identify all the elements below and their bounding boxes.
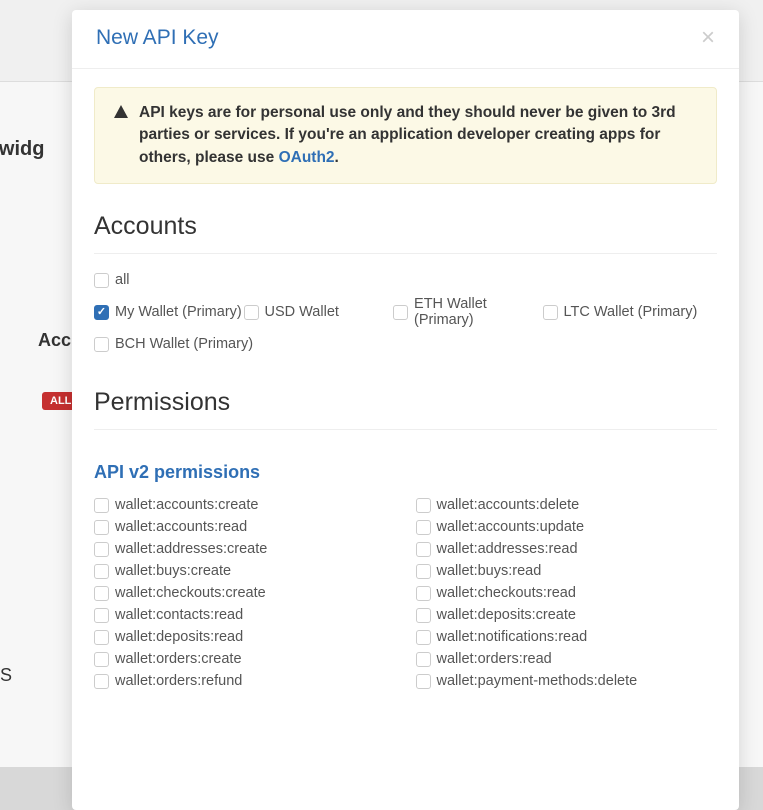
perm-item: wallet:notifications:read — [416, 629, 718, 645]
perm-checkbox[interactable] — [416, 652, 431, 667]
perm-label[interactable]: wallet:checkouts:create — [115, 585, 266, 601]
perm-checkbox[interactable] — [416, 564, 431, 579]
perm-item: wallet:accounts:read — [94, 519, 396, 535]
permissions-heading: Permissions — [94, 388, 717, 417]
perm-checkbox[interactable] — [94, 564, 109, 579]
perm-checkbox[interactable] — [94, 652, 109, 667]
perm-checkbox[interactable] — [416, 674, 431, 689]
bg-s-text: S — [0, 665, 12, 686]
perm-checkbox[interactable] — [416, 630, 431, 645]
checkbox-bch-wallet[interactable] — [94, 337, 109, 352]
account-item: USD Wallet — [244, 296, 394, 328]
checkbox-all[interactable] — [94, 273, 109, 288]
account-item: BCH Wallet (Primary) — [94, 336, 717, 352]
perm-item: wallet:accounts:update — [416, 519, 718, 535]
warning-banner: API keys are for personal use only and t… — [94, 87, 717, 184]
account-label[interactable]: USD Wallet — [265, 304, 339, 320]
modal-header: New API Key × — [72, 10, 739, 69]
perm-label[interactable]: wallet:payment-methods:delete — [437, 673, 638, 689]
account-item: ETH Wallet (Primary) — [393, 296, 543, 328]
perm-item: wallet:checkouts:create — [94, 585, 396, 601]
checkbox-usd-wallet[interactable] — [244, 305, 259, 320]
perm-item: wallet:orders:read — [416, 651, 718, 667]
perm-item: wallet:addresses:read — [416, 541, 718, 557]
perm-checkbox[interactable] — [416, 520, 431, 535]
perm-item: wallet:accounts:create — [94, 497, 396, 513]
perm-label[interactable]: wallet:contacts:read — [115, 607, 243, 623]
modal-body: API keys are for personal use only and t… — [72, 69, 739, 707]
perm-label[interactable]: wallet:notifications:read — [437, 629, 588, 645]
perm-item: wallet:addresses:create — [94, 541, 396, 557]
perm-label[interactable]: wallet:accounts:delete — [437, 497, 580, 513]
perm-item: wallet:deposits:read — [94, 629, 396, 645]
perm-checkbox[interactable] — [94, 586, 109, 601]
account-label[interactable]: BCH Wallet (Primary) — [115, 336, 253, 352]
perm-label[interactable]: wallet:deposits:read — [115, 629, 243, 645]
warning-icon — [113, 104, 129, 125]
perm-item: wallet:deposits:create — [416, 607, 718, 623]
accounts-list: all My Wallet (Primary) USD Wallet ETH W… — [94, 272, 717, 352]
perm-checkbox[interactable] — [416, 542, 431, 557]
perm-label[interactable]: wallet:accounts:read — [115, 519, 247, 535]
warning-text-after: . — [335, 149, 339, 166]
perm-item: wallet:accounts:delete — [416, 497, 718, 513]
account-all-row: all — [94, 272, 717, 288]
perm-label[interactable]: wallet:orders:create — [115, 651, 242, 667]
perm-item: wallet:contacts:read — [94, 607, 396, 623]
perm-item: wallet:orders:create — [94, 651, 396, 667]
perm-checkbox[interactable] — [94, 542, 109, 557]
oauth2-link[interactable]: OAuth2 — [279, 149, 335, 166]
perm-item: wallet:orders:refund — [94, 673, 396, 689]
bg-buy-widget-text: uy widg — [0, 138, 44, 161]
warning-text-before: API keys are for personal use only and t… — [139, 104, 676, 166]
perm-label[interactable]: wallet:checkouts:read — [437, 585, 576, 601]
perm-checkbox[interactable] — [94, 608, 109, 623]
perm-label[interactable]: wallet:buys:create — [115, 563, 231, 579]
account-label[interactable]: My Wallet (Primary) — [115, 304, 242, 320]
perm-label[interactable]: wallet:addresses:read — [437, 541, 578, 557]
permissions-divider — [94, 429, 717, 430]
permissions-grid: wallet:accounts:create wallet:accounts:d… — [94, 497, 717, 689]
perm-label[interactable]: wallet:addresses:create — [115, 541, 267, 557]
perm-checkbox[interactable] — [416, 608, 431, 623]
bg-acc-text: Acc — [38, 330, 71, 351]
checkbox-eth-wallet[interactable] — [393, 305, 408, 320]
close-icon: × — [701, 24, 715, 51]
accounts-divider — [94, 253, 717, 254]
warning-text: API keys are for personal use only and t… — [139, 102, 698, 169]
checkbox-my-wallet[interactable] — [94, 305, 109, 320]
accounts-heading: Accounts — [94, 212, 717, 241]
perm-item: wallet:buys:read — [416, 563, 718, 579]
perm-checkbox[interactable] — [416, 586, 431, 601]
perm-checkbox[interactable] — [94, 498, 109, 513]
account-all-label[interactable]: all — [115, 272, 130, 288]
perm-checkbox[interactable] — [94, 630, 109, 645]
account-label[interactable]: LTC Wallet (Primary) — [564, 304, 698, 320]
perm-label[interactable]: wallet:deposits:create — [437, 607, 576, 623]
perm-label[interactable]: wallet:buys:read — [437, 563, 542, 579]
perm-item: wallet:payment-methods:delete — [416, 673, 718, 689]
perm-label[interactable]: wallet:orders:refund — [115, 673, 242, 689]
perm-item: wallet:buys:create — [94, 563, 396, 579]
close-button[interactable]: × — [701, 26, 715, 50]
perm-checkbox[interactable] — [416, 498, 431, 513]
perm-item: wallet:checkouts:read — [416, 585, 718, 601]
perm-label[interactable]: wallet:accounts:create — [115, 497, 258, 513]
perm-checkbox[interactable] — [94, 520, 109, 535]
perm-checkbox[interactable] — [94, 674, 109, 689]
account-label[interactable]: ETH Wallet (Primary) — [414, 296, 543, 328]
perm-label[interactable]: wallet:orders:read — [437, 651, 552, 667]
account-item: LTC Wallet (Primary) — [543, 296, 717, 328]
modal-title: New API Key — [96, 26, 219, 50]
account-item: My Wallet (Primary) — [94, 296, 244, 328]
checkbox-ltc-wallet[interactable] — [543, 305, 558, 320]
new-api-key-modal: New API Key × API keys are for personal … — [72, 10, 739, 810]
perm-label[interactable]: wallet:accounts:update — [437, 519, 585, 535]
api-v2-heading: API v2 permissions — [94, 462, 717, 483]
